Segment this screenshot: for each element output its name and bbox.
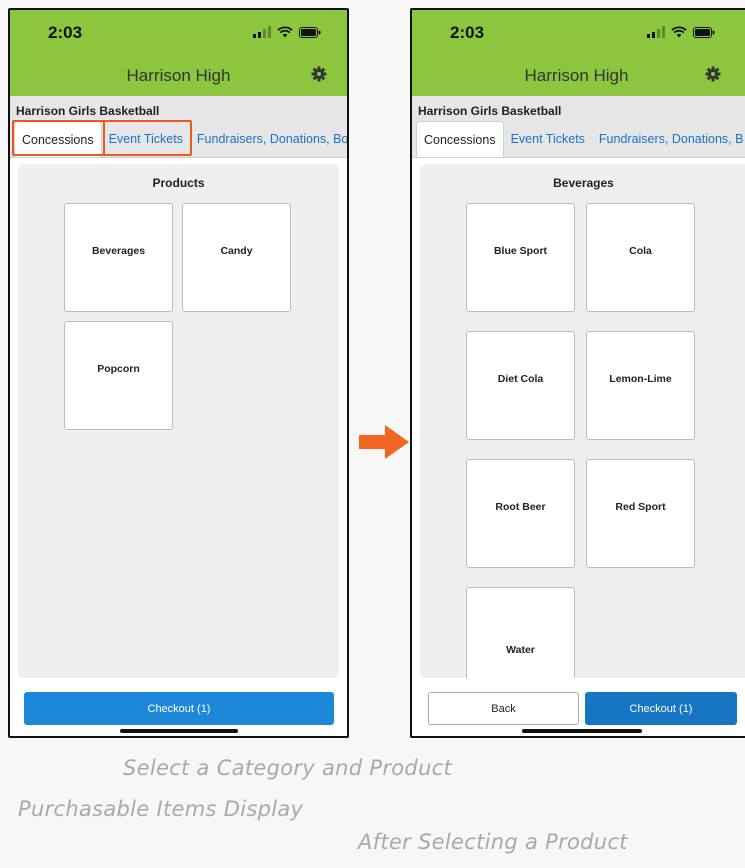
caption-select-category: Select a Category and Product bbox=[123, 756, 453, 780]
checkout-button[interactable]: Checkout (1) bbox=[585, 692, 737, 725]
tile-label: Blue Sport bbox=[493, 244, 548, 257]
team-name: Harrison Girls Basketball bbox=[16, 104, 160, 118]
tile-label: Lemon-Lime bbox=[609, 372, 672, 385]
tab-fundraisers[interactable]: Fundraisers, Donations, Bo bbox=[190, 121, 347, 157]
tab-event-tickets[interactable]: Event Tickets bbox=[504, 121, 592, 157]
tile-label: Candy bbox=[220, 244, 253, 257]
status-bar: 2:03 bbox=[10, 10, 347, 56]
status-icons bbox=[647, 26, 715, 38]
signal-icon bbox=[647, 26, 665, 38]
tile-red-sport[interactable]: Red Sport bbox=[586, 459, 695, 568]
tile-label: Popcorn bbox=[97, 362, 140, 375]
tile-lemon-lime[interactable]: Lemon-Lime bbox=[586, 331, 695, 440]
tile-label: Water bbox=[506, 644, 535, 656]
phone-screen-beverages: 2:03 Harrison High Harrison Girls Basket… bbox=[410, 8, 745, 738]
tab-fundraisers[interactable]: Fundraisers, Donations, B bbox=[592, 121, 745, 157]
section-title: Beverages bbox=[553, 176, 614, 190]
footer: Back Checkout (1) bbox=[412, 686, 745, 736]
battery-icon bbox=[693, 27, 715, 38]
wifi-icon bbox=[277, 26, 293, 38]
tile-label: Diet Cola bbox=[497, 372, 544, 385]
signal-icon bbox=[253, 26, 271, 38]
team-name: Harrison Girls Basketball bbox=[418, 104, 562, 118]
back-button[interactable]: Back bbox=[428, 692, 579, 725]
caption-after-selecting: After Selecting a Product bbox=[358, 830, 628, 854]
tile-beverages[interactable]: Beverages bbox=[64, 203, 173, 312]
category-tabs: Concessions Event Tickets Fundraisers, Don… bbox=[10, 121, 347, 158]
checkout-button[interactable]: Checkout (1) bbox=[24, 692, 334, 725]
tile-candy[interactable]: Candy bbox=[182, 203, 291, 312]
home-indicator bbox=[522, 729, 642, 733]
header-title: Harrison High bbox=[524, 66, 629, 85]
phone-screen-products: 2:03 Harrison High Harrison Girls Basket… bbox=[8, 8, 349, 738]
tile-cola[interactable]: Cola bbox=[586, 203, 695, 312]
tile-label: Beverages bbox=[91, 244, 146, 257]
status-icons bbox=[253, 26, 321, 38]
section-title: Products bbox=[152, 176, 205, 190]
wifi-icon bbox=[671, 26, 687, 38]
tile-label: Root Beer bbox=[495, 500, 546, 513]
tab-event-tickets[interactable]: Event Tickets bbox=[102, 121, 190, 157]
status-bar: 2:03 bbox=[412, 10, 745, 56]
beverages-panel: Beverages Blue Sport Cola Diet Cola Lemo… bbox=[420, 164, 745, 678]
tile-root-beer[interactable]: Root Beer bbox=[466, 459, 575, 568]
tile-label: Red Sport bbox=[615, 500, 666, 513]
battery-icon bbox=[299, 27, 321, 38]
tile-popcorn[interactable]: Popcorn bbox=[64, 321, 173, 430]
products-panel: Products Beverages Candy Popcorn bbox=[18, 164, 339, 678]
home-indicator bbox=[120, 729, 238, 733]
footer: Checkout (1) bbox=[10, 686, 347, 736]
right-arrow-icon bbox=[359, 425, 409, 459]
app-header: Harrison High bbox=[412, 56, 745, 96]
app-header: Harrison High bbox=[10, 56, 347, 96]
header-title: Harrison High bbox=[126, 66, 231, 85]
tab-concessions[interactable]: Concessions bbox=[416, 121, 504, 157]
status-time: 2:03 bbox=[48, 23, 83, 42]
tile-blue-sport[interactable]: Blue Sport bbox=[466, 203, 575, 312]
tab-concessions[interactable]: Concessions bbox=[14, 121, 102, 157]
gear-icon[interactable] bbox=[311, 66, 327, 82]
caption-items-display: Purchasable Items Display bbox=[18, 797, 304, 821]
category-tabs: Concessions Event Tickets Fundraisers, Don… bbox=[412, 121, 745, 158]
gear-icon[interactable] bbox=[705, 66, 721, 82]
tile-water[interactable]: Water bbox=[466, 587, 575, 678]
status-time: 2:03 bbox=[450, 23, 485, 42]
tile-diet-cola[interactable]: Diet Cola bbox=[466, 331, 575, 440]
tile-label: Cola bbox=[629, 244, 652, 257]
